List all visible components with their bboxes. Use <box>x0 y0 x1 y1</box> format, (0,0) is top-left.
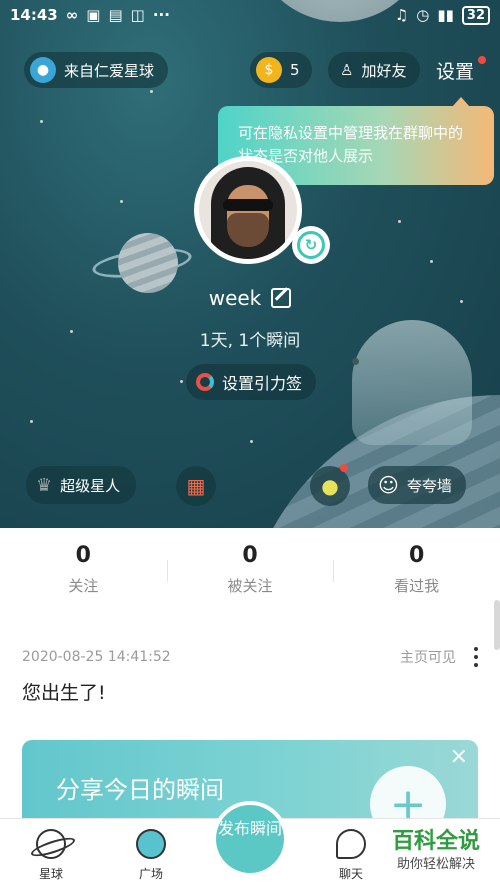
eye-nav-icon <box>136 829 166 859</box>
nav-square-label: 广场 <box>138 867 163 881</box>
headset-icon: ♫ <box>394 6 409 24</box>
settings-button[interactable]: 设置 <box>436 57 474 84</box>
coin-count: 5 <box>290 61 300 79</box>
username: week <box>208 286 262 310</box>
planet-nav-icon <box>36 829 66 859</box>
news-icon: ▤ <box>108 6 123 24</box>
super-member-button[interactable]: ♛ 超级星人 <box>26 466 137 504</box>
stat-followers[interactable]: 0 被关注 <box>166 538 334 608</box>
crown-icon: ♛ <box>36 474 53 496</box>
settings-notify-dot <box>478 56 486 64</box>
post-meta: 2020-08-25 14:41:52 主页可见 <box>22 647 478 667</box>
origin-planet-button[interactable]: ● 来自仁爱星球 <box>24 52 169 88</box>
notification-icon: ▣ <box>86 6 101 24</box>
chat-nav-icon <box>336 829 366 859</box>
super-label: 超级星人 <box>60 476 121 495</box>
origin-label: 来自仁爱星球 <box>64 61 155 80</box>
watermark-title: 百科全说 <box>391 829 480 854</box>
nav-chat-label: 聊天 <box>338 867 363 881</box>
egg-button[interactable]: ● <box>310 466 350 506</box>
refresh-icon: ↻ <box>297 231 325 259</box>
more-icon: ··· <box>152 6 170 24</box>
nav-planet-label: 星球 <box>38 867 63 881</box>
add-friend-button[interactable]: ♙ 加好友 <box>328 52 421 88</box>
close-icon[interactable]: × <box>450 744 468 769</box>
nav-square[interactable]: 广场 <box>116 829 186 882</box>
stat-visitors-count: 0 <box>409 543 425 568</box>
add-friend-label: 加好友 <box>361 61 407 80</box>
stat-followers-count: 0 <box>242 543 258 568</box>
username-row: week <box>0 286 500 310</box>
stats-row: 0 关注 0 被关注 0 看过我 <box>0 538 500 608</box>
planet-icon: ● <box>30 57 56 83</box>
gift-icon: ▦ <box>186 474 206 498</box>
stat-followers-label: 被关注 <box>227 577 273 595</box>
avatar-change-button[interactable]: ↻ <box>292 226 330 264</box>
post-visibility: 主页可见 <box>400 650 456 666</box>
tooltip-text: 可在隐私设置中管理我在群聊中的状态是否对他人展示 <box>238 124 464 165</box>
alarm-icon: ◷ <box>416 6 430 24</box>
stat-following-count: 0 <box>75 543 91 568</box>
more-options-icon[interactable] <box>474 647 478 667</box>
edit-icon[interactable] <box>271 288 292 308</box>
egg-icon: ● <box>321 474 339 498</box>
scroll-indicator <box>494 600 500 650</box>
watermark: 百科全说 助你轻松解决 <box>372 828 500 874</box>
post-timestamp: 2020-08-25 14:41:52 <box>22 649 171 665</box>
coin-icon: $ <box>256 57 282 83</box>
gift-button[interactable]: ▦ <box>176 466 216 506</box>
days-moments: 1天, 1个瞬间 <box>199 331 301 351</box>
praise-wall-button[interactable]: ☺ 夸夸墙 <box>368 466 466 504</box>
add-user-icon: ♙ <box>340 61 354 79</box>
battery-icon: 32 <box>461 5 490 25</box>
gravity-label: 设置引力签 <box>222 374 303 393</box>
smile-icon: ☺ <box>378 473 399 497</box>
avatar[interactable] <box>194 156 302 264</box>
stat-visitors-label: 看过我 <box>394 577 440 595</box>
magnet-icon <box>196 373 214 391</box>
coins-button[interactable]: $ 5 <box>250 52 312 88</box>
post-text: 您出生了! <box>22 682 106 704</box>
praise-label: 夸夸墙 <box>406 476 452 495</box>
publish-moment-button[interactable]: 发布瞬间 <box>216 805 284 873</box>
status-bar: 14:43 ∞ ▣ ▤ ◫ ··· ♫ ◷ ▮▮ 32 <box>0 0 500 30</box>
nav-planet[interactable]: 星球 <box>16 829 86 882</box>
stat-following-label: 关注 <box>68 577 99 595</box>
status-time: 14:43 <box>10 6 58 24</box>
signal-icon: ▮▮ <box>437 6 454 24</box>
watermark-subtitle: 助你轻松解决 <box>396 857 475 872</box>
app-icon: ◫ <box>130 6 145 24</box>
stat-visitors[interactable]: 0 看过我 <box>333 538 500 608</box>
infinity-icon: ∞ <box>65 6 79 24</box>
set-gravity-tag-button[interactable]: 设置引力签 <box>186 364 317 400</box>
share-card-title: 分享今日的瞬间 <box>56 776 224 804</box>
stat-following[interactable]: 0 关注 <box>0 538 167 608</box>
egg-notify-dot <box>340 464 348 472</box>
